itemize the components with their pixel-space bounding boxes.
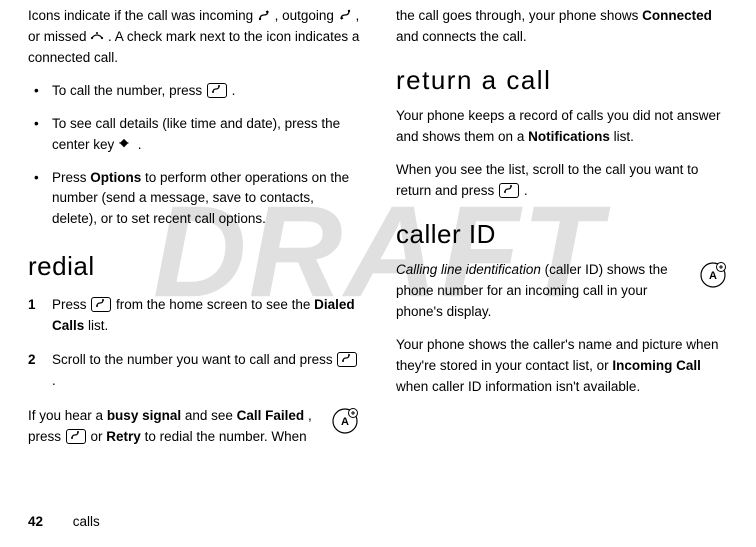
redial-steps: 1 Press from the home screen to see the … (28, 295, 360, 393)
return-paragraph-1: Your phone keeps a record of calls you d… (396, 106, 728, 148)
return-paragraph-2: When you see the list, scroll to the cal… (396, 160, 728, 202)
step-text: . (52, 373, 56, 388)
step-number: 1 (28, 295, 36, 316)
send-key-icon (91, 297, 111, 312)
call-failed-label: Call Failed (237, 408, 305, 423)
bullet-text: Press (52, 170, 90, 185)
right-column: the call goes through, your phone shows … (396, 6, 728, 460)
feature-availability-badge: A (698, 260, 728, 290)
step-text: Scroll to the number you want to call an… (52, 352, 336, 367)
notifications-label: Notifications (528, 129, 610, 144)
page-footer: 42 calls (28, 512, 100, 533)
ret-text: . (524, 183, 528, 198)
intro-paragraph: Icons indicate if the call was incoming … (28, 6, 360, 69)
cont-text: the call goes through, your phone shows (396, 8, 642, 23)
bullet-call-number: To call the number, press . (28, 81, 360, 102)
bullet-text: . (232, 83, 236, 98)
bullet-text: . (138, 137, 142, 152)
svg-text:A: A (341, 416, 349, 428)
busy-signal-paragraph: A If you hear a busy signal and see Call… (28, 406, 360, 448)
missed-call-icon (90, 29, 104, 43)
ret-text: list. (614, 129, 634, 144)
incoming-call-label: Incoming Call (612, 358, 701, 373)
continuation-paragraph: the call goes through, your phone shows … (396, 6, 728, 48)
step-1: 1 Press from the home screen to see the … (28, 295, 360, 337)
send-key-icon (66, 429, 86, 444)
return-call-heading: return a call (396, 60, 728, 100)
center-key-icon: ·◆· (118, 135, 134, 152)
left-column: Icons indicate if the call was incoming … (28, 6, 360, 460)
busy-text: or (91, 429, 107, 444)
busy-text: to redial the number. When (145, 429, 307, 444)
options-label: Options (90, 170, 141, 185)
ret-text: When you see the list, scroll to the cal… (396, 162, 698, 198)
intro-text-b: , outgoing (275, 8, 338, 23)
intro-text-a: Icons indicate if the call was incoming (28, 8, 257, 23)
cid-text: when caller ID information isn't availab… (396, 379, 640, 394)
step-text: list. (88, 318, 108, 333)
cont-text: and connects the call. (396, 29, 527, 44)
bullet-text: To call the number, press (52, 83, 206, 98)
send-key-icon (207, 83, 227, 98)
send-key-icon (499, 183, 519, 198)
bullet-call-details: To see call details (like time and date)… (28, 114, 360, 156)
page-number: 42 (28, 514, 43, 529)
bullet-list: To call the number, press . To see call … (28, 81, 360, 231)
busy-signal-label: busy signal (107, 408, 181, 423)
redial-heading: redial (28, 246, 360, 286)
feature-availability-badge: A (330, 406, 360, 436)
calling-line-id-term: Calling line identification (396, 262, 541, 277)
caller-id-paragraph-2: Your phone shows the caller's name and p… (396, 335, 728, 398)
busy-text: If you hear a (28, 408, 107, 423)
bullet-text: To see call details (like time and date)… (52, 116, 340, 152)
caller-id-paragraph-1: A Calling line identification (caller ID… (396, 260, 728, 323)
busy-text: and see (185, 408, 237, 423)
svg-text:A: A (709, 270, 717, 282)
send-key-icon (337, 352, 357, 367)
incoming-call-icon (257, 8, 271, 22)
bullet-options: Press Options to perform other operation… (28, 168, 360, 231)
outgoing-call-icon (338, 8, 352, 22)
retry-label: Retry (106, 429, 141, 444)
section-name: calls (73, 514, 100, 529)
step-text: Press (52, 297, 90, 312)
step-2: 2 Scroll to the number you want to call … (28, 350, 360, 392)
connected-label: Connected (642, 8, 712, 23)
step-text: from the home screen to see the (116, 297, 314, 312)
caller-id-heading: caller ID (396, 214, 728, 254)
step-number: 2 (28, 350, 36, 371)
